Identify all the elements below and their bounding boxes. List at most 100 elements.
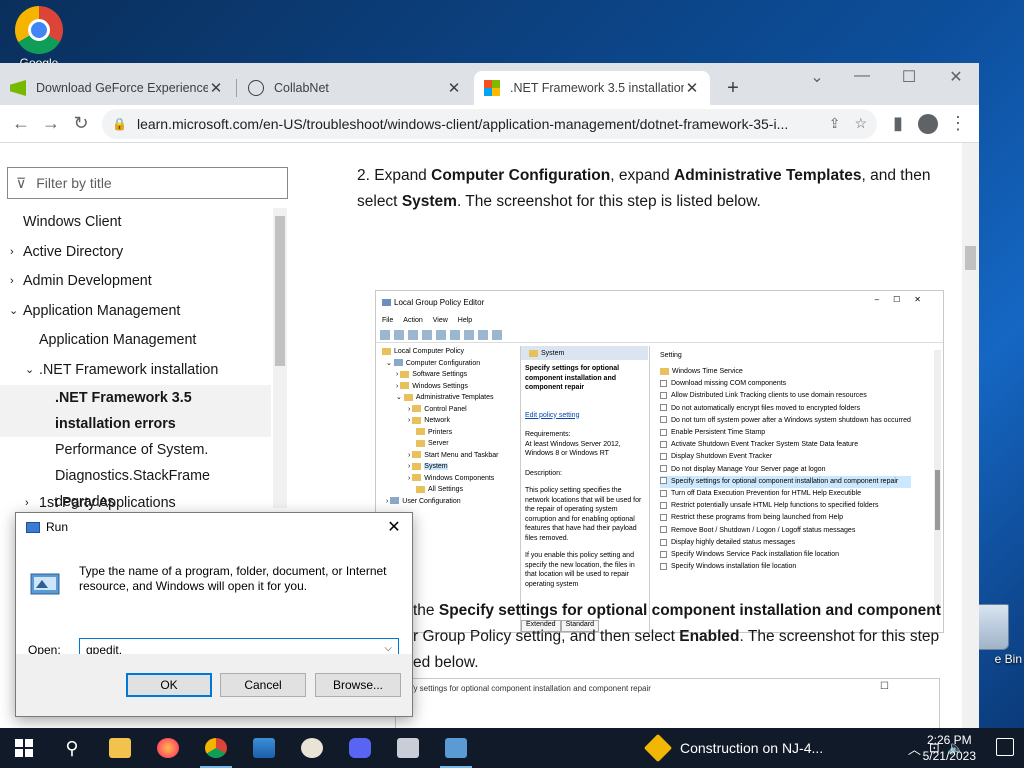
- gpe-setting-row: Display highly detailed status messages: [660, 537, 911, 549]
- close-window-button[interactable]: ✕: [933, 67, 979, 87]
- toc-item[interactable]: › Active Directory: [0, 238, 271, 268]
- close-icon[interactable]: ✕: [684, 79, 700, 97]
- gpe-tree-node: Printers: [378, 427, 518, 439]
- taskbar-chrome[interactable]: [192, 728, 240, 768]
- gpe-setting-row: Restrict these programs from being launc…: [660, 512, 911, 524]
- gpe-window-controls: –☐✕: [874, 295, 935, 304]
- text: . The screenshot for this step is listed…: [456, 193, 761, 210]
- policy-item-icon: [660, 453, 667, 461]
- taskbar-photos[interactable]: [240, 728, 288, 768]
- gpe-settings-list: Windows Time Service Download missing CO…: [660, 366, 911, 573]
- tab-separator: [236, 79, 237, 97]
- gpe-pane-header: System: [521, 346, 648, 360]
- taskbar-firefox[interactable]: [144, 728, 192, 768]
- close-icon[interactable]: ✕: [446, 79, 462, 97]
- gpe-menu-item: File: [382, 316, 394, 324]
- gpe-setting-row: Do not turn off system power after a Win…: [660, 415, 911, 427]
- forward-button[interactable]: →: [36, 113, 66, 134]
- new-tab-button[interactable]: +: [723, 77, 743, 100]
- text: , expand: [610, 167, 674, 184]
- chrome-icon: [15, 6, 63, 54]
- gpe-setting-row: Do not automatically encrypt files moved…: [660, 403, 911, 415]
- minimize-button[interactable]: —: [839, 67, 885, 85]
- run-dialog: Run ✕ Type the name of a program, folder…: [15, 512, 413, 717]
- nvidia-icon: [10, 80, 26, 96]
- gpe-scrollbar: [934, 350, 941, 612]
- notification-center-icon[interactable]: [996, 738, 1014, 756]
- next-screenshot-title: ecify settings for optional component in…: [401, 684, 651, 693]
- firefox-icon: [157, 738, 179, 758]
- scrollbar-thumb[interactable]: [965, 246, 976, 270]
- policy-item-icon: [660, 440, 667, 448]
- gpe-setting-row: Windows Time Service: [660, 366, 911, 378]
- share-icon[interactable]: ⇪: [829, 115, 841, 132]
- taskbar-discord[interactable]: [336, 728, 384, 768]
- policy-item-icon: [660, 538, 667, 546]
- filter-input[interactable]: ⊽ Filter by title: [7, 167, 288, 199]
- chevron-up-icon[interactable]: ︿: [908, 739, 921, 758]
- taskbar-app[interactable]: [384, 728, 432, 768]
- gpe-setting-row: Remove Boot / Shutdown / Logon / Logoff …: [660, 525, 911, 537]
- scrollbar-thumb[interactable]: [275, 216, 285, 366]
- taskbar-paint[interactable]: [288, 728, 336, 768]
- start-button[interactable]: [0, 728, 48, 768]
- folder-icon: [660, 367, 669, 375]
- tab-collabnet[interactable]: CollabNet ✕: [238, 71, 472, 105]
- gpe-tree-node: ⌄ Computer Configuration: [386, 359, 481, 367]
- policy-item-icon: [660, 526, 667, 534]
- close-icon[interactable]: ✕: [384, 517, 404, 537]
- toc-scrollbar[interactable]: [273, 208, 287, 508]
- policy-item-icon: [660, 379, 667, 387]
- tab-search-button[interactable]: ⌄: [794, 67, 840, 87]
- profile-avatar[interactable]: [918, 113, 938, 134]
- chrome-desktop-shortcut[interactable]: Google: [4, 6, 74, 70]
- step-3-text: the Specify settings for optional compon…: [413, 598, 958, 676]
- bookmark-star-icon[interactable]: ☆: [854, 115, 867, 132]
- gpe-setting-row: Turn off Data Execution Prevention for H…: [660, 488, 911, 500]
- gpe-setting-row: Download missing COM components: [660, 378, 911, 390]
- close-icon[interactable]: ✕: [208, 79, 224, 97]
- news-widget[interactable]: Construction on NJ-4...: [643, 728, 823, 768]
- address-bar[interactable]: 🔒 learn.microsoft.com/en-US/troubleshoot…: [102, 108, 877, 139]
- toc-item[interactable]: › Admin Development: [0, 267, 271, 297]
- toc-list: Windows Client › Active Directory › Admin …: [0, 208, 271, 519]
- gpe-tree: Local Computer Policy ⌄ Computer Configu…: [378, 346, 518, 507]
- toc-item[interactable]: ⌄ .NET Framework installation: [0, 356, 271, 386]
- tab-label: .NET Framework 3.5 installation: [510, 81, 684, 95]
- cancel-button[interactable]: Cancel: [220, 673, 306, 697]
- gpe-policy-title: Specify settings for optional component …: [525, 365, 620, 391]
- gpe-setting-row: Activate Shutdown Event Tracker System S…: [660, 439, 911, 451]
- taskbar-file-explorer[interactable]: [96, 728, 144, 768]
- taskbar-run[interactable]: [432, 728, 480, 768]
- toc-item[interactable]: Application Management: [0, 326, 271, 356]
- gpe-req-label: Requirements:: [525, 431, 571, 438]
- reload-button[interactable]: ↻: [66, 113, 96, 134]
- tab-geforce[interactable]: Download GeForce Experience | ✕: [0, 71, 234, 105]
- tab-dotnet[interactable]: .NET Framework 3.5 installation ✕: [474, 71, 710, 105]
- toc-item-label: .NET Framework installation: [39, 361, 219, 378]
- menu-kebab-icon[interactable]: ⋮: [943, 113, 973, 134]
- policy-item-icon: [660, 514, 667, 522]
- folder-icon: [416, 428, 425, 436]
- windows-icon: [15, 739, 33, 757]
- search-icon: ⚲: [65, 737, 79, 758]
- folder-icon: [416, 439, 425, 447]
- chevron-down-icon[interactable]: ⌵: [384, 643, 392, 654]
- clock[interactable]: 2:26 PM 5/21/2023: [923, 732, 976, 764]
- toc-item[interactable]: Performance of System. Diagnostics.Stack…: [0, 437, 271, 510]
- search-button[interactable]: ⚲: [48, 728, 96, 768]
- gpe-title: Local Group Policy Editor: [394, 297, 485, 307]
- toc-item[interactable]: Windows Client: [0, 208, 271, 238]
- toc-item[interactable]: ⌄ Application Management: [0, 297, 271, 327]
- gpe-app-icon: [382, 298, 391, 306]
- gpe-tree-node: › Control Panel: [408, 405, 467, 413]
- browse-button[interactable]: Browse...: [315, 673, 401, 697]
- side-panel-icon[interactable]: ▮: [883, 113, 913, 134]
- maximize-button[interactable]: ☐: [886, 67, 932, 87]
- back-button[interactable]: ←: [6, 113, 36, 134]
- page-scrollbar[interactable]: [962, 143, 979, 728]
- toc-item-selected[interactable]: .NET Framework 3.5 installation errors: [0, 385, 271, 437]
- ok-button[interactable]: OK: [126, 673, 212, 697]
- gpe-tree-node: All Settings: [378, 484, 518, 496]
- computer-icon: [393, 359, 403, 367]
